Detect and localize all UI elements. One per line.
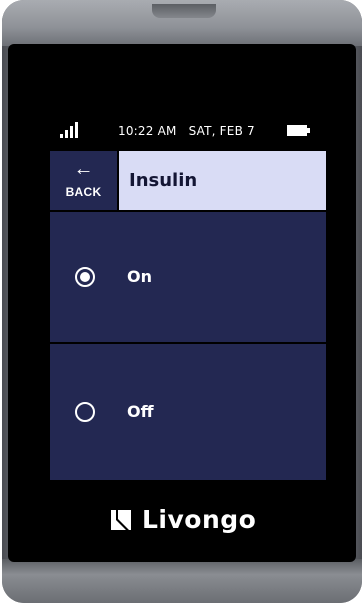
title-bar: Insulin (119, 151, 326, 210)
glucose-meter-device: 10:22 AM SAT, FEB 7 ← BACK Insulin On Of… (0, 0, 364, 603)
radio-off[interactable] (75, 402, 95, 422)
option-off[interactable]: Off (50, 344, 326, 480)
status-bar: 10:22 AM SAT, FEB 7 (50, 118, 326, 144)
back-arrow-icon: ← (73, 158, 94, 180)
device-bottom-bezel (2, 559, 362, 603)
screen-header: ← BACK Insulin (50, 151, 326, 210)
option-on[interactable]: On (50, 212, 326, 342)
page-title: Insulin (129, 170, 198, 191)
battery-icon (287, 125, 311, 136)
time-date: 10:22 AM SAT, FEB 7 (118, 124, 255, 138)
brand-name: Livongo (142, 505, 257, 534)
brand-logo: Livongo (110, 505, 270, 535)
radio-selected-dot (80, 272, 90, 282)
back-label: BACK (65, 185, 102, 199)
livongo-logo-icon (111, 510, 131, 530)
option-off-label: Off (127, 402, 154, 421)
back-button[interactable]: ← BACK (50, 151, 117, 210)
radio-on[interactable] (75, 267, 95, 287)
option-on-label: On (127, 267, 152, 286)
device-notch (152, 4, 216, 18)
signal-strength-icon (60, 122, 80, 138)
